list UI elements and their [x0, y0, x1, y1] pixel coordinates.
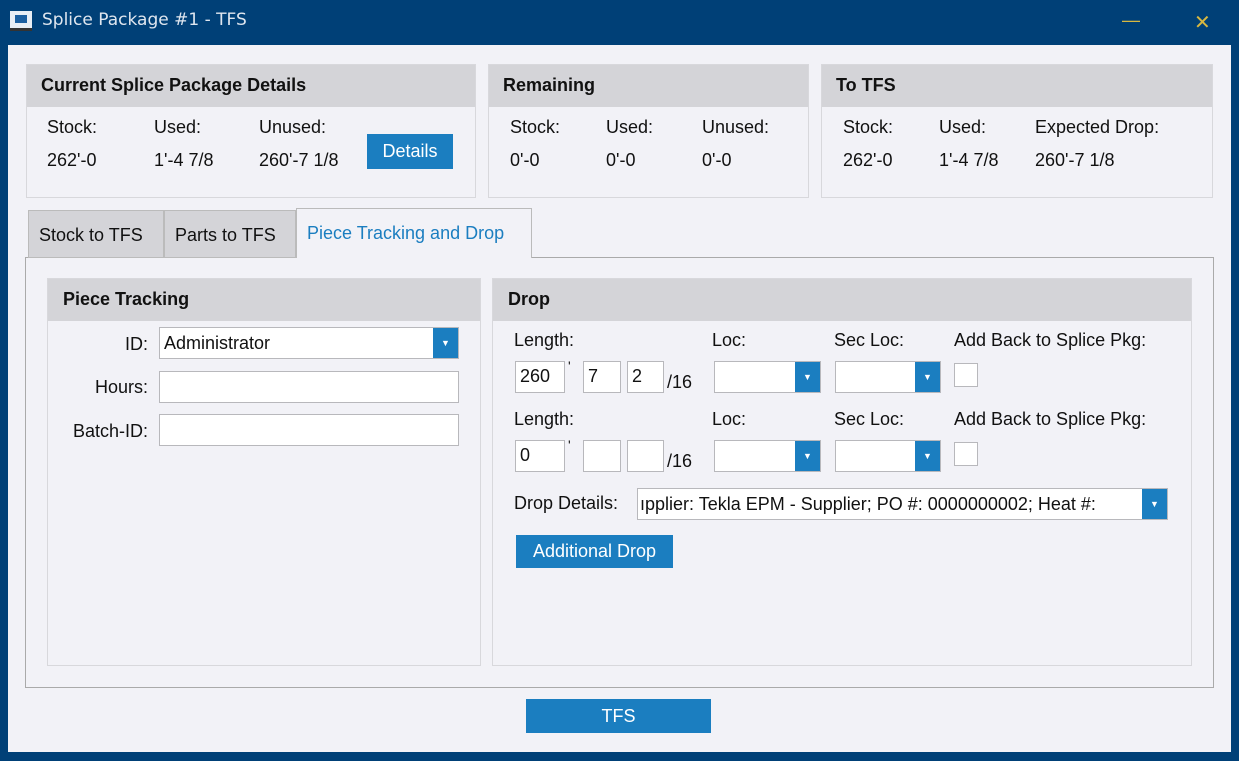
add-back-checkbox[interactable] — [954, 442, 978, 466]
panel-title: Drop — [493, 279, 1191, 321]
add-back-label: Add Back to Splice Pkg: — [954, 330, 1147, 350]
id-label: ID: — [124, 334, 148, 354]
tab-stock-to-tfs[interactable]: Stock to TFS — [28, 210, 164, 258]
loc-dropdown[interactable]: ▼ — [714, 361, 821, 393]
length-label: Length: — [514, 409, 575, 429]
close-button[interactable]: ✕ — [1194, 10, 1211, 35]
id-value: Administrator — [164, 333, 271, 353]
minimize-button[interactable]: — — [1122, 10, 1140, 31]
chevron-down-icon: ▼ — [795, 362, 820, 392]
tab-parts-to-tfs[interactable]: Parts to TFS — [164, 210, 296, 258]
piece-tracking-panel: Piece Tracking ID: Administrator ▼ Hours:… — [47, 278, 481, 666]
inches-input[interactable]: 7 — [583, 361, 621, 393]
chevron-down-icon: ▼ — [795, 441, 820, 471]
drop-details-value: ıpplier: Tekla EPM - Supplier; PO #: 000… — [640, 494, 1096, 514]
panel-title: Remaining — [489, 65, 808, 107]
panel-title: Piece Tracking — [48, 279, 480, 321]
fraction-input[interactable] — [627, 440, 664, 472]
chevron-down-icon: ▼ — [433, 328, 458, 358]
window-title: Splice Package #1 - TFS — [42, 10, 247, 30]
used-value: 1'-4 7/8 — [939, 150, 999, 170]
unused-value: 0'-0 — [702, 150, 732, 170]
feet-input[interactable]: 260 — [515, 361, 565, 393]
app-icon — [10, 11, 32, 31]
id-dropdown[interactable]: Administrator ▼ — [159, 327, 459, 359]
used-label: Used: — [606, 117, 654, 137]
sec-loc-dropdown[interactable]: ▼ — [835, 361, 941, 393]
panel-title: To TFS — [822, 65, 1212, 107]
feet-mark: ' — [568, 437, 571, 453]
used-value: 1'-4 7/8 — [154, 150, 214, 170]
tab-piece-tracking-and-drop[interactable]: Piece Tracking and Drop — [296, 208, 532, 258]
chevron-down-icon: ▼ — [915, 362, 940, 392]
panel-title: Current Splice Package Details — [27, 65, 475, 107]
drop-details-label: Drop Details: — [514, 493, 619, 513]
feet-input[interactable]: 0 — [515, 440, 565, 472]
drop-details-dropdown[interactable]: ıpplier: Tekla EPM - Supplier; PO #: 000… — [637, 488, 1168, 520]
unused-label: Unused: — [702, 117, 770, 137]
to-tfs-panel: To TFS Stock: Used: Expected Drop: 262'-… — [821, 64, 1213, 198]
tfs-button[interactable]: TFS — [526, 699, 711, 733]
stock-label: Stock: — [47, 117, 98, 137]
fraction-input[interactable]: 2 — [627, 361, 664, 393]
length-label: Length: — [514, 330, 575, 350]
loc-label: Loc: — [712, 330, 747, 350]
stock-label: Stock: — [510, 117, 561, 137]
batch-id-label: Batch-ID: — [72, 421, 148, 441]
hours-input[interactable] — [159, 371, 459, 403]
stock-label: Stock: — [843, 117, 894, 137]
expected-drop-label: Expected Drop: — [1035, 117, 1160, 137]
chevron-down-icon: ▼ — [915, 441, 940, 471]
remaining-panel: Remaining Stock: Used: Unused: 0'-0 0'-0… — [488, 64, 809, 198]
used-value: 0'-0 — [606, 150, 636, 170]
loc-label: Loc: — [712, 409, 747, 429]
details-button[interactable]: Details — [367, 134, 453, 169]
unused-value: 260'-7 1/8 — [259, 150, 339, 170]
unused-label: Unused: — [259, 117, 327, 137]
sec-loc-label: Sec Loc: — [834, 409, 905, 429]
sec-loc-label: Sec Loc: — [834, 330, 905, 350]
stock-value: 262'-0 — [47, 150, 97, 170]
hours-label: Hours: — [94, 377, 148, 397]
used-label: Used: — [939, 117, 987, 137]
sixteenths-label: /16 — [667, 451, 693, 471]
chevron-down-icon: ▼ — [1142, 489, 1167, 519]
loc-dropdown[interactable]: ▼ — [714, 440, 821, 472]
batch-id-input[interactable] — [159, 414, 459, 446]
current-package-panel: Current Splice Package Details Stock: Us… — [26, 64, 476, 198]
feet-mark: ' — [568, 358, 571, 374]
sec-loc-dropdown[interactable]: ▼ — [835, 440, 941, 472]
stock-value: 0'-0 — [510, 150, 540, 170]
sixteenths-label: /16 — [667, 372, 693, 392]
additional-drop-button[interactable]: Additional Drop — [516, 535, 673, 568]
add-back-checkbox[interactable] — [954, 363, 978, 387]
stock-value: 262'-0 — [843, 150, 893, 170]
add-back-label: Add Back to Splice Pkg: — [954, 409, 1147, 429]
used-label: Used: — [154, 117, 202, 137]
expected-drop-value: 260'-7 1/8 — [1035, 150, 1115, 170]
inches-input[interactable] — [583, 440, 621, 472]
